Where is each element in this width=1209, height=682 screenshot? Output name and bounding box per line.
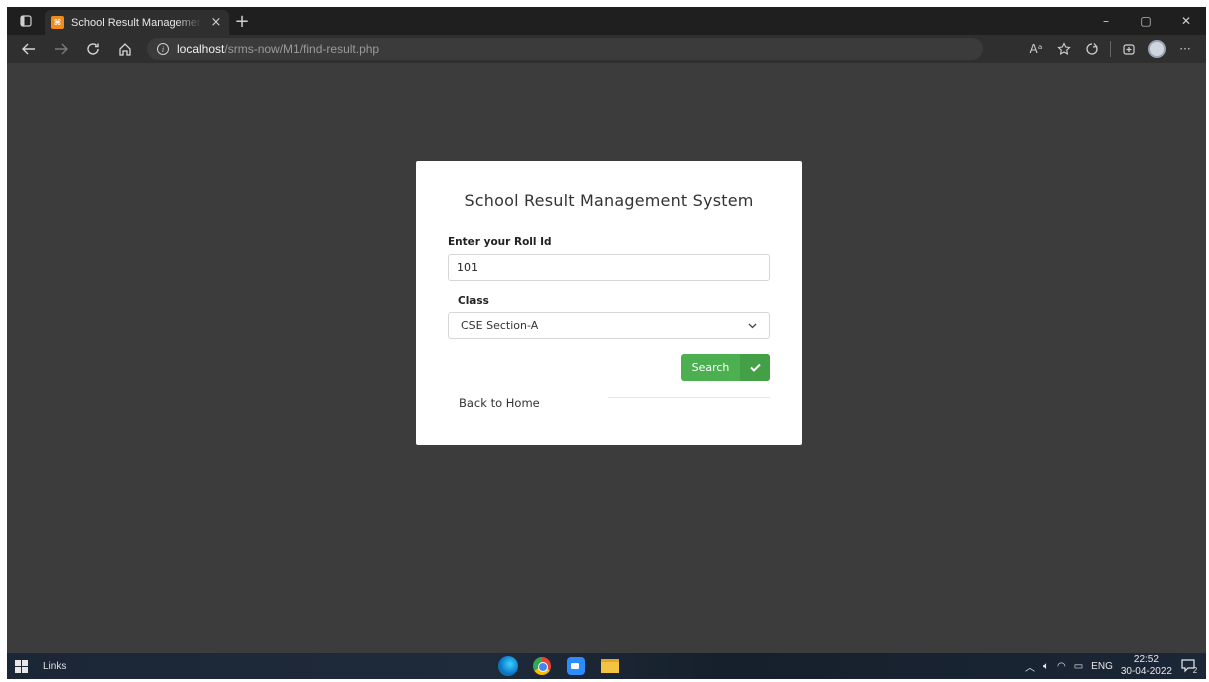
windows-logo-icon bbox=[14, 659, 28, 673]
more-icon: ··· bbox=[1179, 42, 1191, 56]
refresh-icon bbox=[87, 43, 99, 55]
minimize-button[interactable]: – bbox=[1086, 7, 1126, 35]
tab-actions-icon bbox=[20, 15, 32, 27]
back-icon bbox=[22, 43, 35, 55]
add-favorite-button[interactable] bbox=[1051, 37, 1077, 61]
language-indicator[interactable]: ENG bbox=[1091, 661, 1113, 672]
toolbar-right: Aᵃ ··· bbox=[1023, 37, 1198, 61]
read-aloud-button[interactable]: Aᵃ bbox=[1023, 37, 1049, 61]
search-button[interactable]: Search bbox=[681, 354, 770, 381]
profile-icon bbox=[1148, 40, 1166, 58]
battery-icon[interactable]: ▭ bbox=[1074, 661, 1083, 672]
favorites-add-icon bbox=[1057, 42, 1071, 55]
search-button-label: Search bbox=[691, 361, 730, 374]
address-bar[interactable]: i localhost/srms-now/M1/find-result.php bbox=[147, 38, 983, 60]
chrome-taskbar-button[interactable] bbox=[531, 655, 553, 677]
class-label: Class bbox=[458, 295, 489, 307]
system-tray: ︿ 🔈︎ ◠ ▭ ENG 22:52 30-04-2022 2 bbox=[1025, 653, 1198, 679]
window-frame-top bbox=[0, 0, 1209, 7]
start-button[interactable] bbox=[7, 653, 35, 679]
clock-time: 22:52 bbox=[1133, 654, 1159, 665]
tab-strip: ⌘ School Result Management System × + – … bbox=[7, 7, 1206, 35]
zoom-icon bbox=[567, 657, 585, 675]
divider-line bbox=[608, 397, 770, 398]
folder-icon bbox=[601, 659, 619, 673]
window-frame-left bbox=[0, 0, 7, 682]
close-window-button[interactable]: ✕ bbox=[1166, 7, 1206, 35]
back-button[interactable] bbox=[15, 37, 43, 61]
toolbar-divider bbox=[1110, 41, 1111, 57]
collections-button[interactable] bbox=[1116, 37, 1142, 61]
file-explorer-taskbar-button[interactable] bbox=[599, 655, 621, 677]
edge-taskbar-button[interactable] bbox=[497, 655, 519, 677]
speaker-icon[interactable]: 🔈︎ bbox=[1043, 661, 1049, 672]
roll-id-value: 101 bbox=[457, 261, 478, 274]
profile-button[interactable] bbox=[1144, 37, 1170, 61]
forward-button[interactable] bbox=[47, 37, 75, 61]
class-select-value: CSE Section-A bbox=[461, 319, 539, 332]
refresh-button[interactable] bbox=[79, 37, 107, 61]
zoom-taskbar-button[interactable] bbox=[565, 655, 587, 677]
clock-date: 30-04-2022 bbox=[1120, 666, 1172, 677]
class-select[interactable]: CSE Section-A bbox=[448, 312, 770, 339]
notification-center-button[interactable]: 2 bbox=[1180, 657, 1198, 675]
url-host: localhost bbox=[177, 42, 225, 56]
find-result-card: School Result Management System Enter yo… bbox=[416, 161, 802, 445]
browser-tab-active[interactable]: ⌘ School Result Management System × bbox=[45, 10, 229, 35]
windows-taskbar: Links ︿ 🔈︎ ◠ ▭ ENG 22:52 30-04-2022 2 bbox=[7, 653, 1206, 679]
maximize-button[interactable]: ▢ bbox=[1126, 7, 1166, 35]
wifi-icon[interactable]: ◠ bbox=[1057, 661, 1066, 672]
home-button[interactable] bbox=[111, 37, 139, 61]
back-to-home-link[interactable]: Back to Home bbox=[459, 396, 540, 410]
more-button[interactable]: ··· bbox=[1172, 37, 1198, 61]
edge-icon bbox=[498, 656, 518, 676]
favorites-button[interactable] bbox=[1079, 37, 1105, 61]
collections-icon bbox=[1123, 44, 1135, 55]
roll-id-label: Enter your Roll Id bbox=[448, 236, 552, 248]
forward-icon bbox=[55, 43, 68, 55]
links-toolbar[interactable]: Links bbox=[43, 661, 66, 672]
notification-count: 2 bbox=[1192, 665, 1198, 675]
clock[interactable]: 22:52 30-04-2022 bbox=[1121, 654, 1172, 678]
tab-close-button[interactable]: × bbox=[209, 15, 223, 30]
info-icon[interactable]: i bbox=[157, 43, 169, 55]
page-title: School Result Management System bbox=[464, 191, 754, 210]
xampp-favicon-icon: ⌘ bbox=[51, 16, 64, 29]
tab-actions-button[interactable] bbox=[7, 7, 45, 35]
home-icon bbox=[119, 43, 131, 56]
read-aloud-icon: Aᵃ bbox=[1029, 42, 1043, 56]
browser-toolbar: i localhost/srms-now/M1/find-result.php … bbox=[7, 35, 1206, 63]
url-path: /srms-now/M1/find-result.php bbox=[224, 42, 380, 56]
chrome-icon bbox=[533, 657, 551, 675]
tab-title: School Result Management System bbox=[71, 16, 202, 29]
window-controls: – ▢ ✕ bbox=[1086, 7, 1206, 35]
check-icon bbox=[740, 354, 770, 381]
url-text: localhost/srms-now/M1/find-result.php bbox=[177, 42, 379, 56]
chevron-down-icon bbox=[748, 323, 757, 328]
new-tab-button[interactable]: + bbox=[229, 7, 255, 35]
favorites-icon bbox=[1086, 43, 1098, 55]
pinned-apps bbox=[497, 653, 621, 679]
chevron-up-icon[interactable]: ︿ bbox=[1025, 659, 1035, 674]
roll-id-input[interactable]: 101 bbox=[448, 254, 770, 281]
